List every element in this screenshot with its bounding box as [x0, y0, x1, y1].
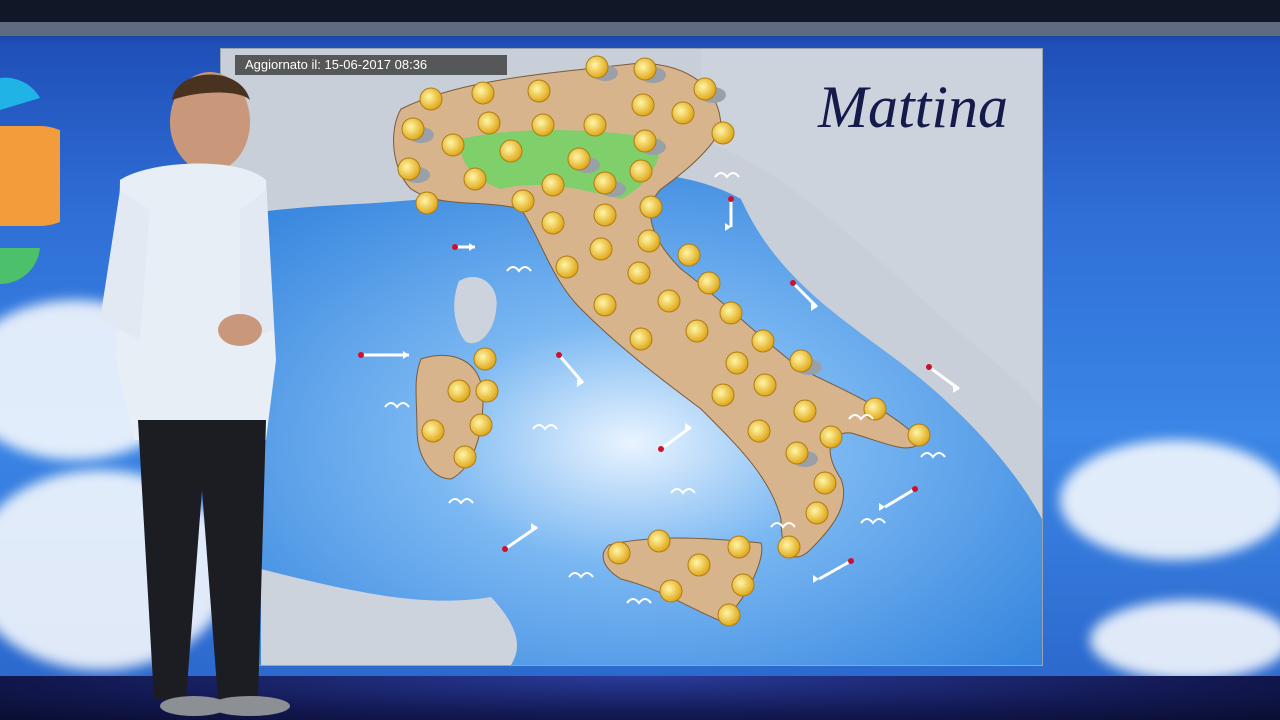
sun-icon — [469, 413, 493, 437]
sun-icon — [421, 419, 445, 443]
sun-icon — [607, 541, 631, 565]
sun-icon — [441, 133, 465, 157]
sun-icon — [657, 289, 681, 313]
sun-icon — [639, 195, 663, 219]
sun-icon — [647, 529, 671, 553]
sun-icon — [527, 79, 551, 103]
sun-icon — [477, 111, 501, 135]
sun-icon — [747, 419, 771, 443]
sun-icon — [819, 425, 843, 449]
sun-icon — [671, 101, 695, 125]
studio-top-rail — [0, 22, 1280, 36]
sun-icon — [415, 191, 439, 215]
sun-icon — [717, 603, 741, 627]
sun-icon — [473, 347, 497, 371]
sun-icon — [555, 255, 579, 279]
sun-icon — [511, 189, 535, 213]
sun-icon — [777, 535, 801, 559]
wave-icon — [714, 172, 740, 179]
channel-logo — [0, 77, 60, 285]
sun-icon — [677, 243, 701, 267]
sun-icon — [907, 423, 931, 447]
sun-icon — [583, 113, 607, 137]
sun-icon — [531, 113, 555, 137]
sun-icon — [813, 471, 837, 495]
sun-icon — [731, 573, 755, 597]
sun-icon — [863, 397, 887, 421]
sun-icon — [447, 379, 471, 403]
sun-icon — [711, 121, 735, 145]
sun-icon — [593, 203, 617, 227]
weather-map-screen: Aggiornato il: 15-06-2017 08:36 Mattina — [220, 48, 1043, 666]
cloud-right-low — [1090, 600, 1280, 680]
sun-icon — [419, 87, 443, 111]
sun-icon — [637, 229, 661, 253]
sun-icon — [541, 211, 565, 235]
sun-icon — [629, 327, 653, 351]
sun-icon — [805, 501, 829, 525]
cloud-right — [1060, 440, 1280, 560]
sun-icon — [541, 173, 565, 197]
update-value: 15-06-2017 08:36 — [324, 57, 428, 72]
period-title: Mattina — [818, 74, 1008, 140]
sun-icon — [631, 93, 655, 117]
sun-icon — [629, 159, 653, 183]
sun-icon — [463, 167, 487, 191]
sun-icon — [627, 261, 651, 285]
sun-icon — [685, 319, 709, 343]
sun-icon — [751, 329, 775, 353]
sun-icon — [453, 445, 477, 469]
sun-icon — [793, 399, 817, 423]
sun-icon — [687, 553, 711, 577]
studio-top-bar — [0, 0, 1280, 24]
sun-icon — [589, 237, 613, 261]
presenter — [100, 72, 290, 716]
sun-icon — [719, 301, 743, 325]
sun-icon — [471, 81, 495, 105]
sun-icon — [753, 373, 777, 397]
sun-icon — [697, 271, 721, 295]
sun-icon — [475, 379, 499, 403]
sun-icon — [499, 139, 523, 163]
sun-icon — [727, 535, 751, 559]
sun-icon — [593, 293, 617, 317]
sun-icon — [659, 579, 683, 603]
sun-icon — [725, 351, 749, 375]
sun-icon — [711, 383, 735, 407]
